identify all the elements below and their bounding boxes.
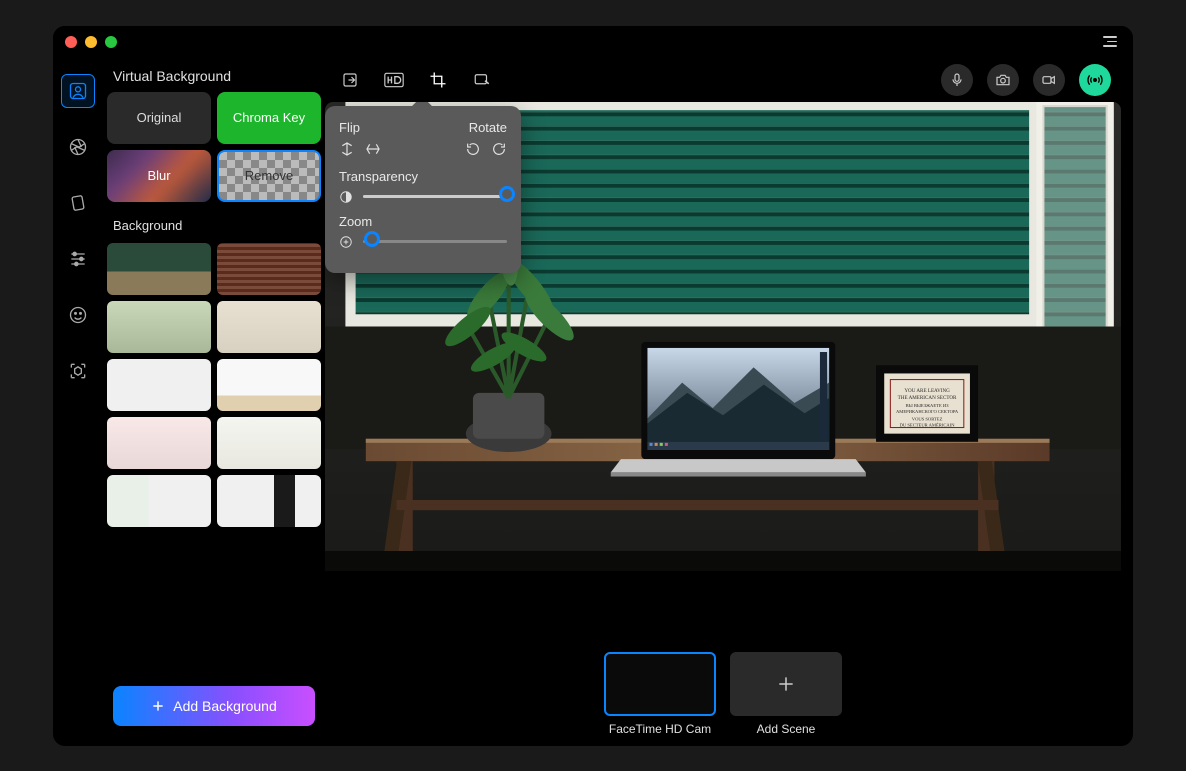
add-scene-button[interactable] (730, 652, 842, 716)
background-grid (107, 243, 321, 527)
side-panel: Virtual Background Original Chroma Key B… (103, 58, 325, 746)
main-area: Virtual Background Original Chroma Key B… (53, 58, 1133, 746)
mic-icon[interactable] (941, 64, 973, 96)
svg-text:АМЕРИКАНСКОГО СЕКТОРА: АМЕРИКАНСКОГО СЕКТОРА (896, 409, 959, 414)
svg-text:DU SECTEUR AMÉRICAIN: DU SECTEUR AMÉRICAIN (900, 422, 956, 427)
mode-remove[interactable]: Remove (217, 150, 321, 202)
app-window: Virtual Background Original Chroma Key B… (53, 26, 1133, 746)
nav-card[interactable] (61, 186, 95, 220)
background-thumb[interactable] (217, 475, 321, 527)
minimize-window[interactable] (85, 36, 97, 48)
transparency-slider[interactable] (363, 195, 507, 198)
add-scene-label: Add Scene (757, 722, 816, 736)
mode-blur[interactable]: Blur (107, 150, 211, 202)
rotate-label: Rotate (469, 120, 507, 135)
titlebar (53, 26, 1133, 58)
panel-title: Virtual Background (107, 68, 321, 84)
transform-popover: Flip Rotate Transparency (325, 106, 521, 273)
background-thumb[interactable] (107, 301, 211, 353)
hamburger-menu-icon[interactable] (1097, 30, 1121, 54)
crop-icon[interactable] (423, 65, 453, 95)
svg-text:VOUS SORTEZ: VOUS SORTEZ (912, 416, 943, 421)
svg-text:ВЫ ВЫЕЗЖАЕТЕ ИЗ: ВЫ ВЫЕЗЖАЕТЕ ИЗ (906, 403, 950, 408)
background-thumb[interactable] (217, 301, 321, 353)
zoom-slider[interactable] (363, 240, 507, 243)
flip-vertical-icon[interactable] (339, 141, 355, 157)
background-thumb[interactable] (107, 475, 211, 527)
traffic-lights (65, 36, 117, 48)
mode-chroma-label: Chroma Key (233, 110, 305, 125)
scene-item: FaceTime HD Cam (604, 652, 716, 736)
nav-aperture[interactable] (61, 130, 95, 164)
flip-label: Flip (339, 120, 360, 135)
camera-icon[interactable] (987, 64, 1019, 96)
flip-horizontal-icon[interactable] (365, 141, 381, 157)
background-thumb[interactable] (217, 417, 321, 469)
rotate-cw-icon[interactable] (491, 141, 507, 157)
import-icon[interactable] (335, 65, 365, 95)
svg-text:YOU ARE LEAVING: YOU ARE LEAVING (904, 387, 950, 393)
mode-original[interactable]: Original (107, 92, 211, 144)
nav-rail (53, 58, 103, 746)
scene-thumb-current[interactable] (604, 652, 716, 716)
mode-remove-label: Remove (245, 168, 293, 183)
toolbar (325, 58, 1121, 102)
section-label-background: Background (107, 214, 321, 237)
plus-icon (776, 674, 796, 694)
nav-cube[interactable] (61, 354, 95, 388)
popover-header-row: Flip Rotate (339, 120, 507, 135)
mode-blur-label: Blur (147, 168, 170, 183)
preview: YOU ARE LEAVING THE AMERICAN SECTOR ВЫ В… (325, 102, 1121, 636)
zoom-icon (339, 235, 353, 249)
add-background-button[interactable]: Add Background (113, 686, 315, 726)
zoom-label: Zoom (339, 214, 507, 229)
center-column: YOU ARE LEAVING THE AMERICAN SECTOR ВЫ В… (325, 58, 1133, 746)
nav-virtual-background[interactable] (61, 74, 95, 108)
add-background-label: Add Background (173, 698, 277, 714)
rotate-ccw-icon[interactable] (465, 141, 481, 157)
marker-icon[interactable] (467, 65, 497, 95)
video-icon[interactable] (1033, 64, 1065, 96)
plus-icon (151, 699, 165, 713)
nav-sliders[interactable] (61, 242, 95, 276)
rotate-controls (465, 141, 507, 157)
background-thumb[interactable] (217, 359, 321, 411)
scene-label: FaceTime HD Cam (609, 722, 711, 736)
nav-face[interactable] (61, 298, 95, 332)
background-thumb[interactable] (107, 359, 211, 411)
background-thumb[interactable] (107, 243, 211, 295)
background-thumb[interactable] (107, 417, 211, 469)
svg-text:THE AMERICAN SECTOR: THE AMERICAN SECTOR (898, 394, 957, 400)
maximize-window[interactable] (105, 36, 117, 48)
transparency-label: Transparency (339, 169, 507, 184)
transparency-icon (339, 190, 353, 204)
mode-original-label: Original (137, 110, 182, 125)
close-window[interactable] (65, 36, 77, 48)
scene-strip: FaceTime HD Cam Add Scene (325, 636, 1121, 746)
hd-icon[interactable] (379, 65, 409, 95)
scene-item-add: Add Scene (730, 652, 842, 736)
mode-chroma-key[interactable]: Chroma Key (217, 92, 321, 144)
mode-grid: Original Chroma Key Blur Remove (107, 92, 321, 202)
flip-controls (339, 141, 381, 157)
broadcast-icon[interactable] (1079, 64, 1111, 96)
background-thumb[interactable] (217, 243, 321, 295)
